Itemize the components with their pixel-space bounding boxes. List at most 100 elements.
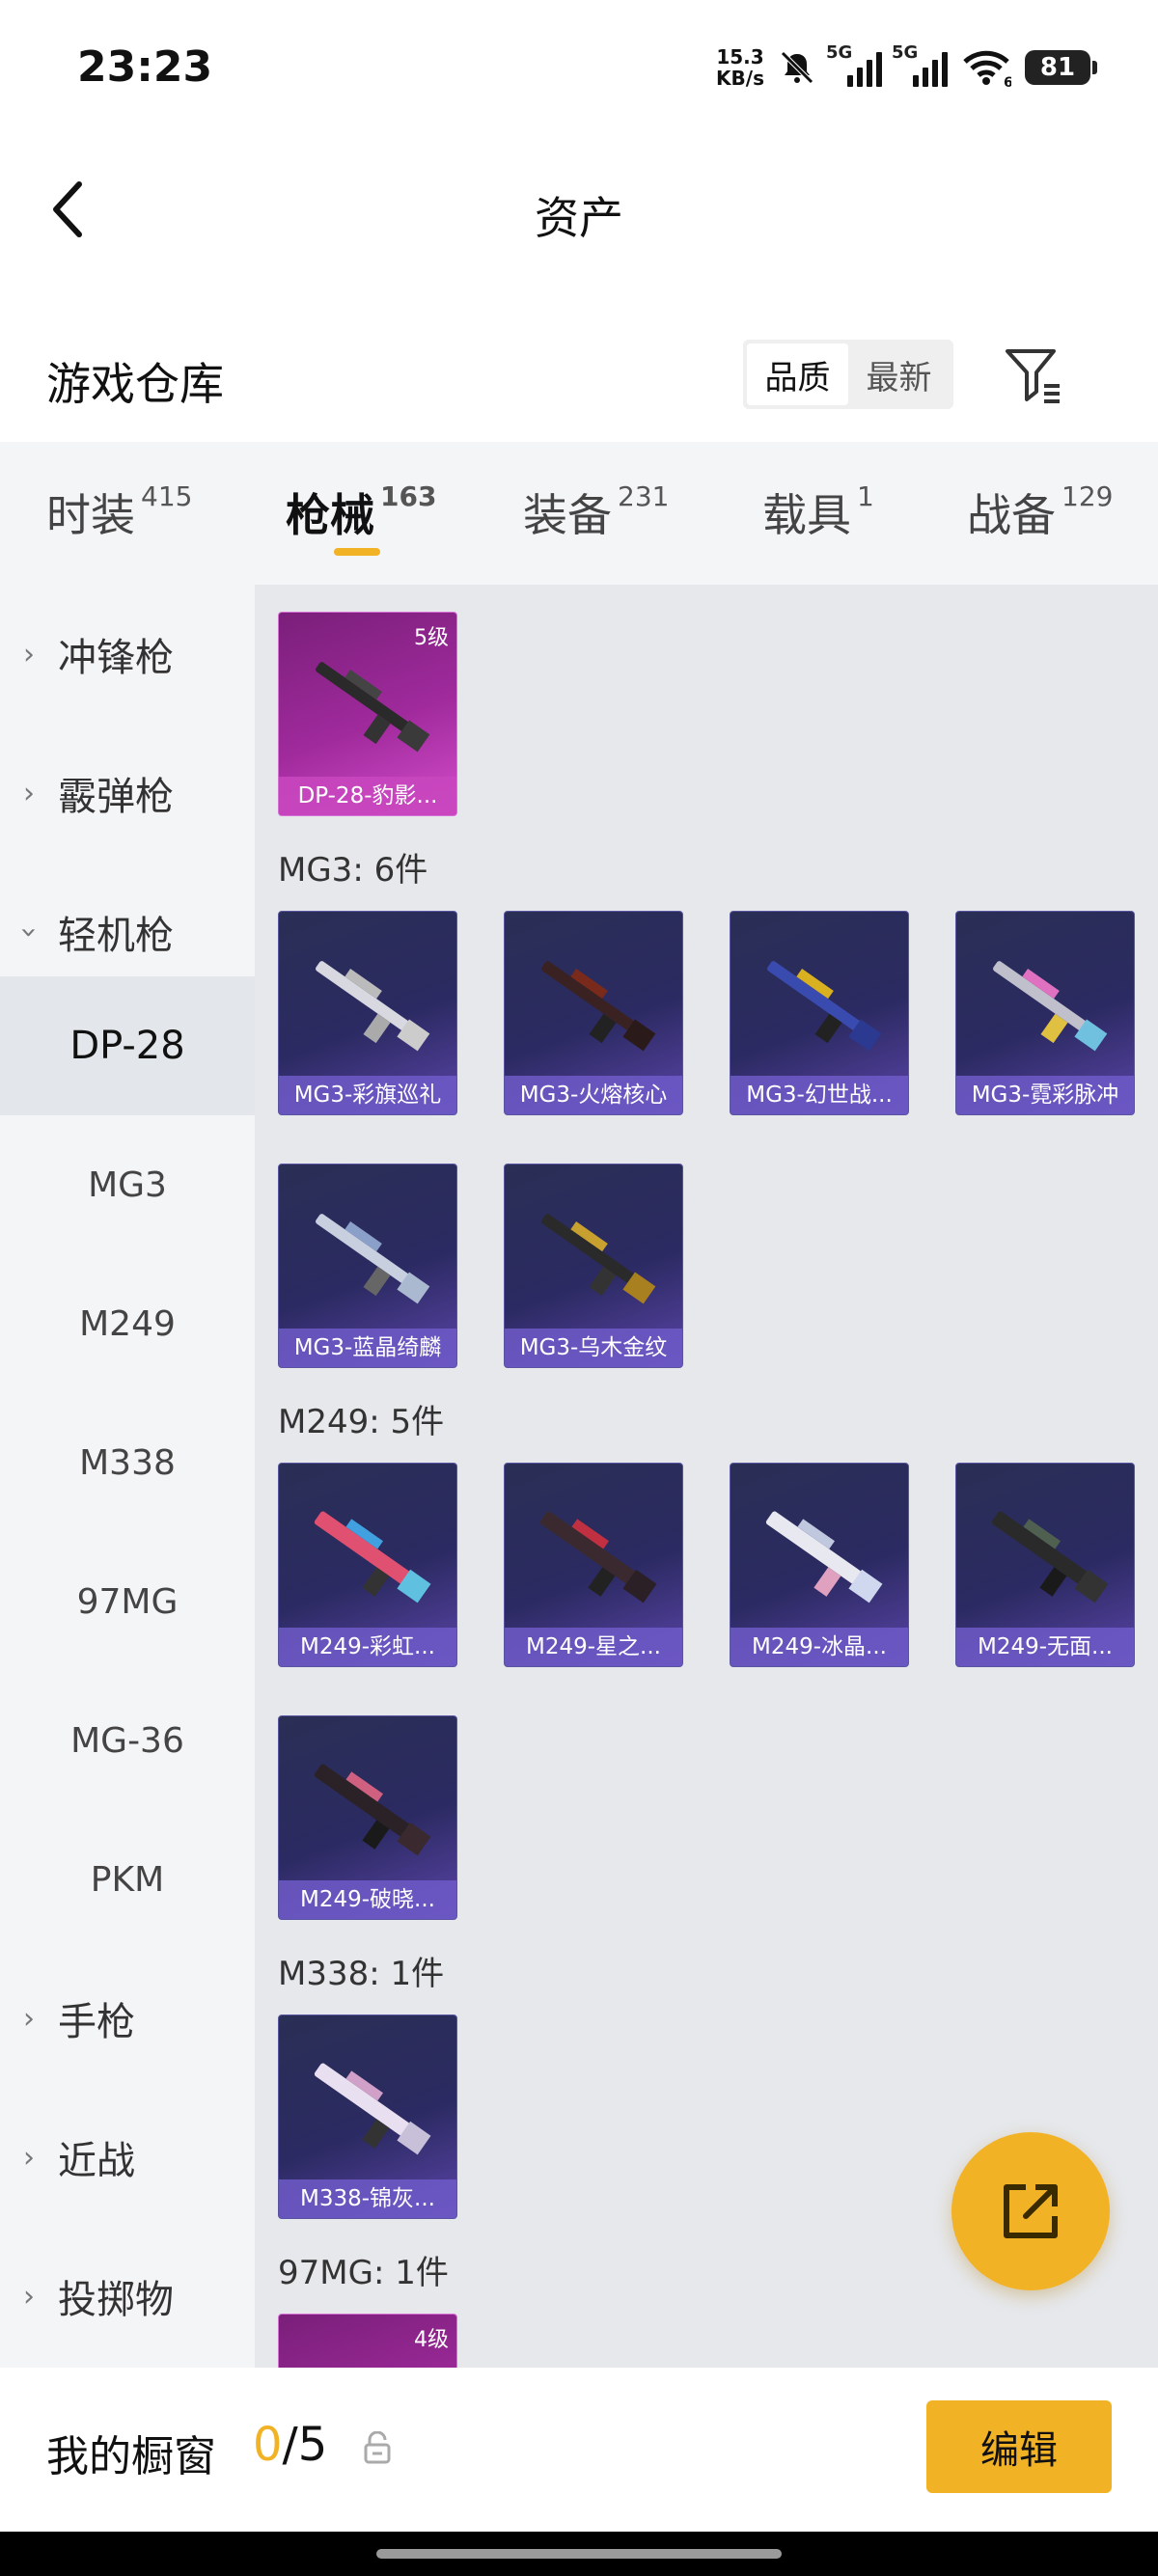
weapon-card[interactable]: MG3-霓彩脉冲 [955,911,1135,1115]
tier-badge: 5级 [414,626,449,650]
weapon-card[interactable]: M249-破晓... [278,1715,457,1920]
weapon-card[interactable]: MG3-幻世战... [730,911,909,1115]
mute-bell-icon [781,51,813,84]
tab-label: 战备 [967,489,1056,541]
gun-icon [541,1214,656,1304]
lock-icon [364,2431,391,2464]
weapon-card[interactable]: 4级 [278,2314,457,2368]
tab-count: 1 [857,480,874,512]
net-speed: 15.3 KB/s [716,46,764,89]
net-speed-unit: KB/s [716,67,764,90]
tab-label: 装备 [523,489,612,541]
sidebar-subitem-dp28[interactable]: DP-28 [0,976,255,1115]
sidebar-item-throwable[interactable]: › 投掷物 [0,2227,255,2366]
sidebar-item-pistol[interactable]: › 手枪 [0,1949,255,2088]
sidebar-item-label: 投掷物 [58,2278,174,2322]
signal-1-label: 5G [826,42,853,63]
tab-equipment[interactable]: 装备 231 [523,480,669,544]
tab-fashion[interactable]: 时装 415 [46,480,192,544]
chevron-right-icon: › [23,2140,35,2175]
active-tab-indicator [334,548,380,556]
tab-firearms[interactable]: 枪械 163 [286,480,436,544]
weapon-card[interactable]: MG3-蓝晶绮麟 [278,1164,457,1368]
weapon-name: M249-彩虹... [279,1628,456,1666]
gun-icon [316,961,430,1052]
warehouse-title: 游戏仓库 [46,358,224,410]
sort-toggle: 品质 最新 [743,340,953,409]
sidebar-item-melee[interactable]: › 近战 [0,2088,255,2227]
sidebar-item-label: 近战 [58,2139,135,2183]
group-label-m249: M249: 5件 [278,1403,445,1441]
category-tabs: 时装 415 枪械 163 装备 231 载具 1 战备 129 [0,442,1158,585]
weapon-card[interactable]: M338-锦灰... [278,2014,457,2219]
gun-icon [316,1214,430,1304]
status-icons: 15.3 KB/s 5G 5G 6 81 [716,39,1097,96]
gun-icon [991,1511,1109,1603]
sidebar-subitem-pkm[interactable]: PKM [0,1810,255,1949]
tab-supplies[interactable]: 战备 129 [967,480,1113,544]
tab-count: 415 [141,480,193,512]
signal-2-icon: 5G [892,42,948,87]
chevron-right-icon: › [23,637,35,671]
weapon-name: MG3-乌木金纹 [505,1329,682,1367]
gun-icon [993,961,1108,1052]
weapon-name: M249-破晓... [279,1880,456,1919]
sidebar-subitem-mg3[interactable]: MG3 [0,1115,255,1254]
chevron-right-icon: › [23,776,35,810]
weapon-name: MG3-霓彩脉冲 [956,1076,1134,1114]
sidebar-subitem-m338[interactable]: M338 [0,1393,255,1532]
filter-icon[interactable] [1002,343,1065,407]
sort-quality-button[interactable]: 品质 [747,343,848,405]
sidebar-subitem-m249[interactable]: M249 [0,1254,255,1393]
sidebar-item-label: 轻机枪 [58,914,174,958]
showcase-current: 0 [253,2418,283,2472]
gun-icon [767,961,882,1052]
status-time: 23:23 [77,42,213,92]
chevron-right-icon: › [23,2279,35,2314]
gun-icon [314,2063,431,2155]
sidebar-subitem-97mg[interactable]: 97MG [0,1532,255,1671]
weapon-card[interactable]: M249-星之... [504,1463,683,1667]
share-fab-button[interactable] [951,2132,1110,2290]
sidebar-item-smg[interactable]: › 冲锋枪 [0,585,255,724]
sidebar-item-label: 霰弹枪 [58,775,174,819]
sidebar-item-label: 手枪 [58,2000,135,2044]
page-header: 资产 [0,154,1158,260]
system-nav-bar [0,2532,1158,2576]
sidebar-subitem-mg36[interactable]: MG-36 [0,1671,255,1810]
chevron-right-icon: › [23,2001,35,2036]
home-indicator[interactable] [376,2549,782,2559]
weapon-card[interactable]: MG3-火熔核心 [504,911,683,1115]
weapon-grid: 5级 DP-28-豹影... MG3: 6件 MG3-彩旗巡礼 MG3-火熔核心… [255,585,1158,2368]
weapon-card[interactable]: M249-无面... [955,1463,1135,1667]
warehouse-row: 游戏仓库 品质 最新 [0,328,1158,434]
edit-button[interactable]: 编辑 [926,2400,1112,2493]
weapon-category-sidebar: › 冲锋枪 › 霰弹枪 › 轻机枪 DP-28 MG3 M249 M338 97… [0,585,255,2368]
group-label-m338: M338: 1件 [278,1955,445,1993]
weapon-card[interactable]: MG3-乌木金纹 [504,1164,683,1368]
gun-icon [541,961,656,1052]
net-speed-value: 15.3 [716,45,764,69]
showcase-label: 我的橱窗 [46,2432,216,2481]
weapon-name: M249-星之... [505,1628,682,1666]
sidebar-item-shotgun[interactable]: › 霰弹枪 [0,724,255,863]
weapon-name: M338-锦灰... [279,2179,456,2218]
weapon-name: M249-无面... [956,1628,1134,1666]
tab-label: 枪械 [286,489,374,541]
tab-count: 163 [380,480,437,512]
tab-vehicles[interactable]: 载具 1 [762,480,874,544]
wifi-label: 6 [1004,75,1011,87]
weapon-card[interactable]: MG3-彩旗巡礼 [278,911,457,1115]
gun-icon [316,662,430,753]
tab-count: 129 [1062,480,1114,512]
tab-label: 时装 [46,489,135,541]
weapon-name: DP-28-豹影... [279,777,456,815]
weapon-card[interactable]: 5级 DP-28-豹影... [278,612,457,816]
gun-icon [765,1511,883,1603]
weapon-card[interactable]: M249-彩虹... [278,1463,457,1667]
gun-icon [314,1764,431,1856]
sort-newest-button[interactable]: 最新 [848,343,950,405]
wifi-icon: 6 [963,50,1011,87]
gun-icon [539,1511,657,1603]
weapon-card[interactable]: M249-冰晶... [730,1463,909,1667]
